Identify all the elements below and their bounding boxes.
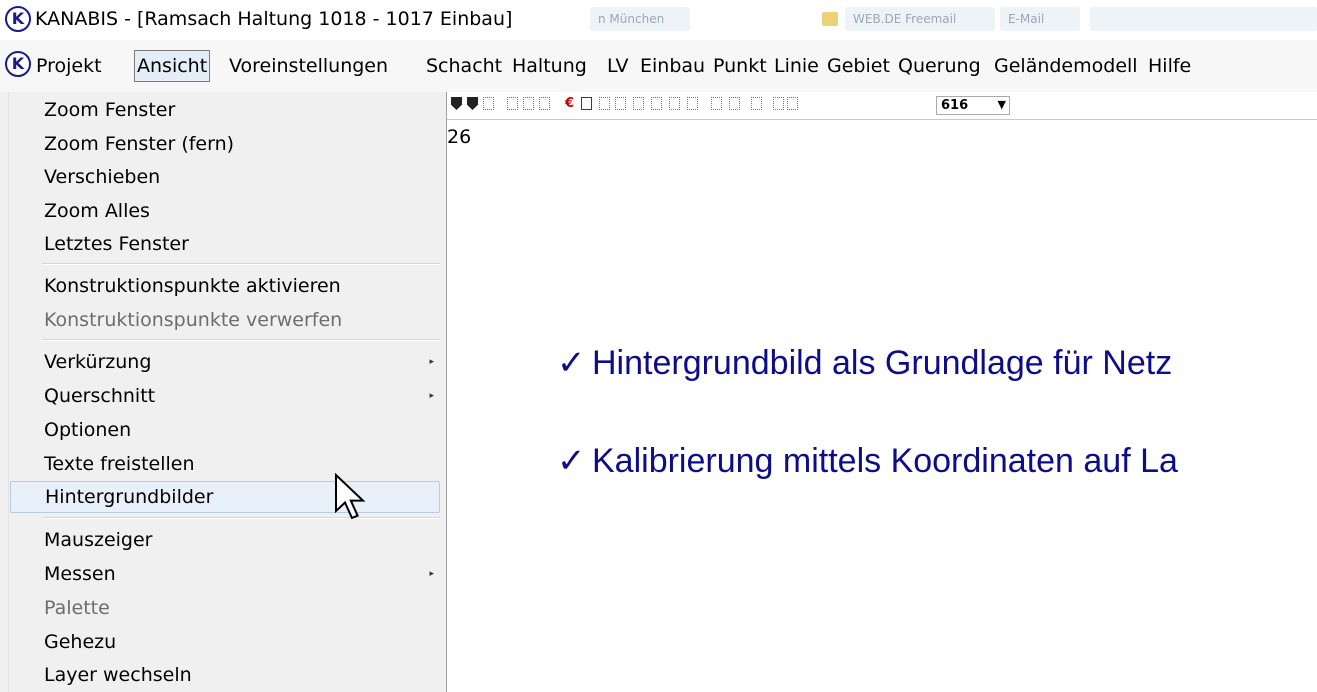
menu-item-zoom-fenster-fern[interactable]: Zoom Fenster (fern) xyxy=(10,128,440,160)
menu-item-verkuerzung[interactable]: Verkürzung ▸ xyxy=(10,346,440,378)
background-tab-2[interactable]: WEB.DE Freemail xyxy=(845,7,995,31)
menu-item-layer-wechseln[interactable]: Layer wechseln xyxy=(10,659,440,691)
folder-icon xyxy=(822,12,838,26)
kanabis-logo-icon: K xyxy=(5,6,31,32)
menu-gebiet[interactable]: Gebiet xyxy=(824,50,893,82)
menu-item-palette: Palette xyxy=(44,597,110,619)
slide-bullet-1: ✓ Hintergrundbild als Grundlage für Netz xyxy=(557,343,1172,383)
building-tool-icon[interactable] xyxy=(615,97,626,110)
checkmark-icon: ✓ xyxy=(557,442,586,480)
window-title: KANABIS - [Ramsach Haltung 1018 - 1017 E… xyxy=(35,8,513,30)
menu-item-konstruktionspunkte-aktivieren[interactable]: Konstruktionspunkte aktivieren xyxy=(10,270,440,302)
profile-tool-2-icon[interactable] xyxy=(651,97,662,110)
bullet-text: Kalibrierung mittels Koordinaten auf La xyxy=(592,442,1178,480)
link-tool-icon[interactable] xyxy=(599,97,610,110)
columns-tool-icon[interactable] xyxy=(523,97,534,110)
menu-item-messen[interactable]: Messen ▸ xyxy=(10,558,440,590)
menu-ansicht[interactable]: Ansicht xyxy=(134,50,211,82)
grid-tool-icon[interactable] xyxy=(483,97,494,110)
menu-separator xyxy=(42,517,440,519)
menu-separator xyxy=(42,263,440,265)
menu-haltung[interactable]: Haltung xyxy=(509,50,590,82)
menu-separator xyxy=(42,339,440,341)
menu-item-mauszeiger[interactable]: Mauszeiger xyxy=(10,524,440,556)
profile-tool-3-icon[interactable] xyxy=(669,97,680,110)
background-tab-3[interactable]: E-Mail xyxy=(1000,7,1080,31)
menu-item-gehezu[interactable]: Gehezu xyxy=(10,626,440,658)
profile-tool-1-icon[interactable] xyxy=(633,97,644,110)
table-tool-icon[interactable] xyxy=(507,97,518,110)
zoom-value: 616 xyxy=(941,98,969,113)
title-bar: K KANABIS - [Ramsach Haltung 1018 - 1017… xyxy=(0,0,1317,40)
profile-tool-4-icon[interactable] xyxy=(687,97,698,110)
menu-item-texte-freistellen[interactable]: Texte freistellen xyxy=(10,448,440,480)
menu-linie[interactable]: Linie xyxy=(771,50,822,82)
status-number-fragment: 26 xyxy=(447,126,472,148)
measure-horizontal-icon[interactable] xyxy=(711,97,722,110)
menu-hilfe[interactable]: Hilfe xyxy=(1145,50,1194,82)
menu-querung[interactable]: Querung xyxy=(895,50,984,82)
mouse-cursor-icon xyxy=(335,473,366,520)
background-tab-4[interactable] xyxy=(1090,7,1317,31)
measure-vertical-icon[interactable] xyxy=(729,97,740,110)
chevron-down-icon: ▼ xyxy=(997,98,1006,111)
pen-tool-icon[interactable] xyxy=(451,97,462,110)
slide-bullet-2: ✓ Kalibrierung mittels Koordinaten auf La xyxy=(557,441,1178,481)
menu-lv[interactable]: LV xyxy=(604,50,632,82)
menu-item-querschnitt[interactable]: Querschnitt ▸ xyxy=(10,380,440,412)
menu-gelaendemodell[interactable]: Geländemodell xyxy=(991,50,1141,82)
menu-item-zoom-alles[interactable]: Zoom Alles xyxy=(10,195,440,227)
redo-icon[interactable] xyxy=(787,97,798,110)
toolbar: € 616 ▼ xyxy=(447,92,1317,120)
submenu-arrow-icon: ▸ xyxy=(429,391,434,401)
rows-tool-icon[interactable] xyxy=(539,97,550,110)
bullet-text: Hintergrundbild als Grundlage für Netz xyxy=(592,344,1173,382)
background-taskbar: n München WEB.DE Freemail E-Mail xyxy=(590,3,1317,37)
menu-item-optionen[interactable]: Optionen xyxy=(10,414,440,446)
submenu-arrow-icon: ▸ xyxy=(429,357,434,367)
submenu-arrow-icon: ▸ xyxy=(429,569,434,579)
app-menu-logo-icon[interactable]: K xyxy=(5,51,31,77)
background-tab-1[interactable]: n München xyxy=(590,7,690,31)
menu-voreinstellungen[interactable]: Voreinstellungen xyxy=(226,50,391,82)
undo-icon[interactable] xyxy=(773,97,784,110)
checkmark-icon: ✓ xyxy=(557,344,586,382)
menu-item-letztes-fenster[interactable]: Letztes Fenster xyxy=(10,228,440,260)
euro-box-icon[interactable] xyxy=(581,97,592,110)
menu-item-zoom-fenster[interactable]: Zoom Fenster xyxy=(10,94,440,126)
menu-item-verschieben[interactable]: Verschieben xyxy=(10,161,440,193)
pin-tool-icon[interactable] xyxy=(467,97,478,110)
menu-schacht[interactable]: Schacht xyxy=(423,50,505,82)
menu-projekt[interactable]: Projekt xyxy=(33,50,105,82)
menu-bar: K Projekt Ansicht Voreinstellungen Schac… xyxy=(0,40,1317,93)
menu-punkt[interactable]: Punkt xyxy=(710,50,770,82)
euro-icon[interactable]: € xyxy=(565,97,574,110)
menu-item-konstruktionspunkte-verwerfen: Konstruktionspunkte verwerfen xyxy=(44,309,343,331)
snap-tool-icon[interactable] xyxy=(751,97,762,110)
menu-item-hintergrundbilder[interactable]: Hintergrundbilder xyxy=(10,481,440,513)
menu-einbau[interactable]: Einbau xyxy=(637,50,708,82)
ansicht-dropdown-menu: Zoom Fenster Zoom Fenster (fern) Verschi… xyxy=(0,92,447,692)
zoom-dropdown[interactable]: 616 ▼ xyxy=(936,96,1010,115)
